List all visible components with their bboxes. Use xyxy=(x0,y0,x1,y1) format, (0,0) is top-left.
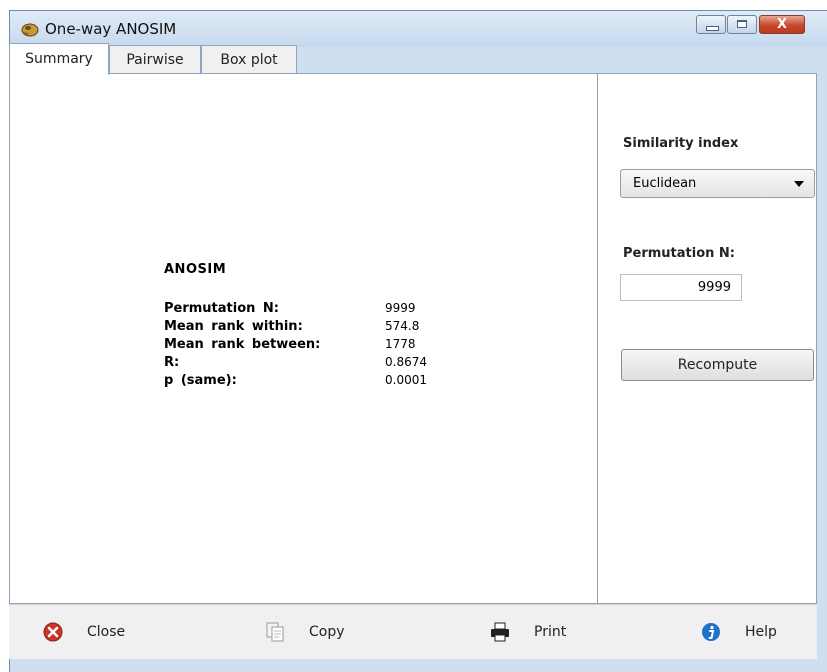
result-label: Mean rank within: xyxy=(164,319,303,334)
window-close-button[interactable]: X xyxy=(759,15,805,34)
window-title: One-way ANOSIM xyxy=(45,20,177,38)
help-label: Help xyxy=(745,624,777,640)
maximize-icon xyxy=(737,20,747,28)
similarity-index-select[interactable]: Euclidean xyxy=(620,169,815,198)
bottom-toolbar: Close Copy Print Help xyxy=(9,604,817,659)
printer-icon xyxy=(491,622,509,642)
result-value: 574.8 xyxy=(385,319,420,333)
result-label: Permutation N: xyxy=(164,301,280,316)
minimize-button[interactable] xyxy=(696,15,726,34)
similarity-index-label: Similarity index xyxy=(623,136,739,151)
results-title: ANOSIM xyxy=(164,262,227,277)
chevron-down-icon xyxy=(794,181,804,187)
close-icon: X xyxy=(776,17,788,32)
panel-divider xyxy=(597,74,598,603)
result-label: R: xyxy=(164,355,180,370)
result-row: p (same): 0.0001 xyxy=(164,373,464,391)
permutation-n-label: Permutation N: xyxy=(623,246,736,261)
copy-icon xyxy=(266,622,284,642)
result-value: 9999 xyxy=(385,301,416,315)
close-label: Close xyxy=(87,624,126,640)
copy-label: Copy xyxy=(309,624,345,640)
result-label: p (same): xyxy=(164,373,237,388)
summary-panel: ANOSIM Permutation N: 9999 Mean rank wit… xyxy=(9,73,817,604)
tab-box-plot[interactable]: Box plot xyxy=(201,45,297,73)
tab-summary[interactable]: Summary xyxy=(9,43,109,75)
minimize-icon xyxy=(706,26,719,31)
result-row: Permutation N: 9999 xyxy=(164,301,464,319)
result-value: 0.8674 xyxy=(385,355,427,369)
close-circle-icon xyxy=(43,622,63,642)
result-row: Mean rank within: 574.8 xyxy=(164,319,464,337)
permutation-n-input[interactable] xyxy=(620,274,742,301)
info-icon xyxy=(702,623,720,641)
similarity-index-value: Euclidean xyxy=(633,176,697,191)
anosim-results: ANOSIM Permutation N: 9999 Mean rank wit… xyxy=(164,262,464,391)
recompute-button[interactable]: Recompute xyxy=(621,349,814,381)
app-icon xyxy=(21,23,39,37)
result-label: Mean rank between: xyxy=(164,337,321,352)
title-bar: One-way ANOSIM X xyxy=(10,11,827,47)
maximize-button[interactable] xyxy=(727,15,757,34)
tab-pairwise[interactable]: Pairwise xyxy=(109,45,201,73)
result-value: 1778 xyxy=(385,337,416,351)
tab-strip: Summary Pairwise Box plot xyxy=(9,43,817,75)
print-label: Print xyxy=(534,624,567,640)
result-row: R: 0.8674 xyxy=(164,355,464,373)
result-value: 0.0001 xyxy=(385,373,427,387)
result-row: Mean rank between: 1778 xyxy=(164,337,464,355)
